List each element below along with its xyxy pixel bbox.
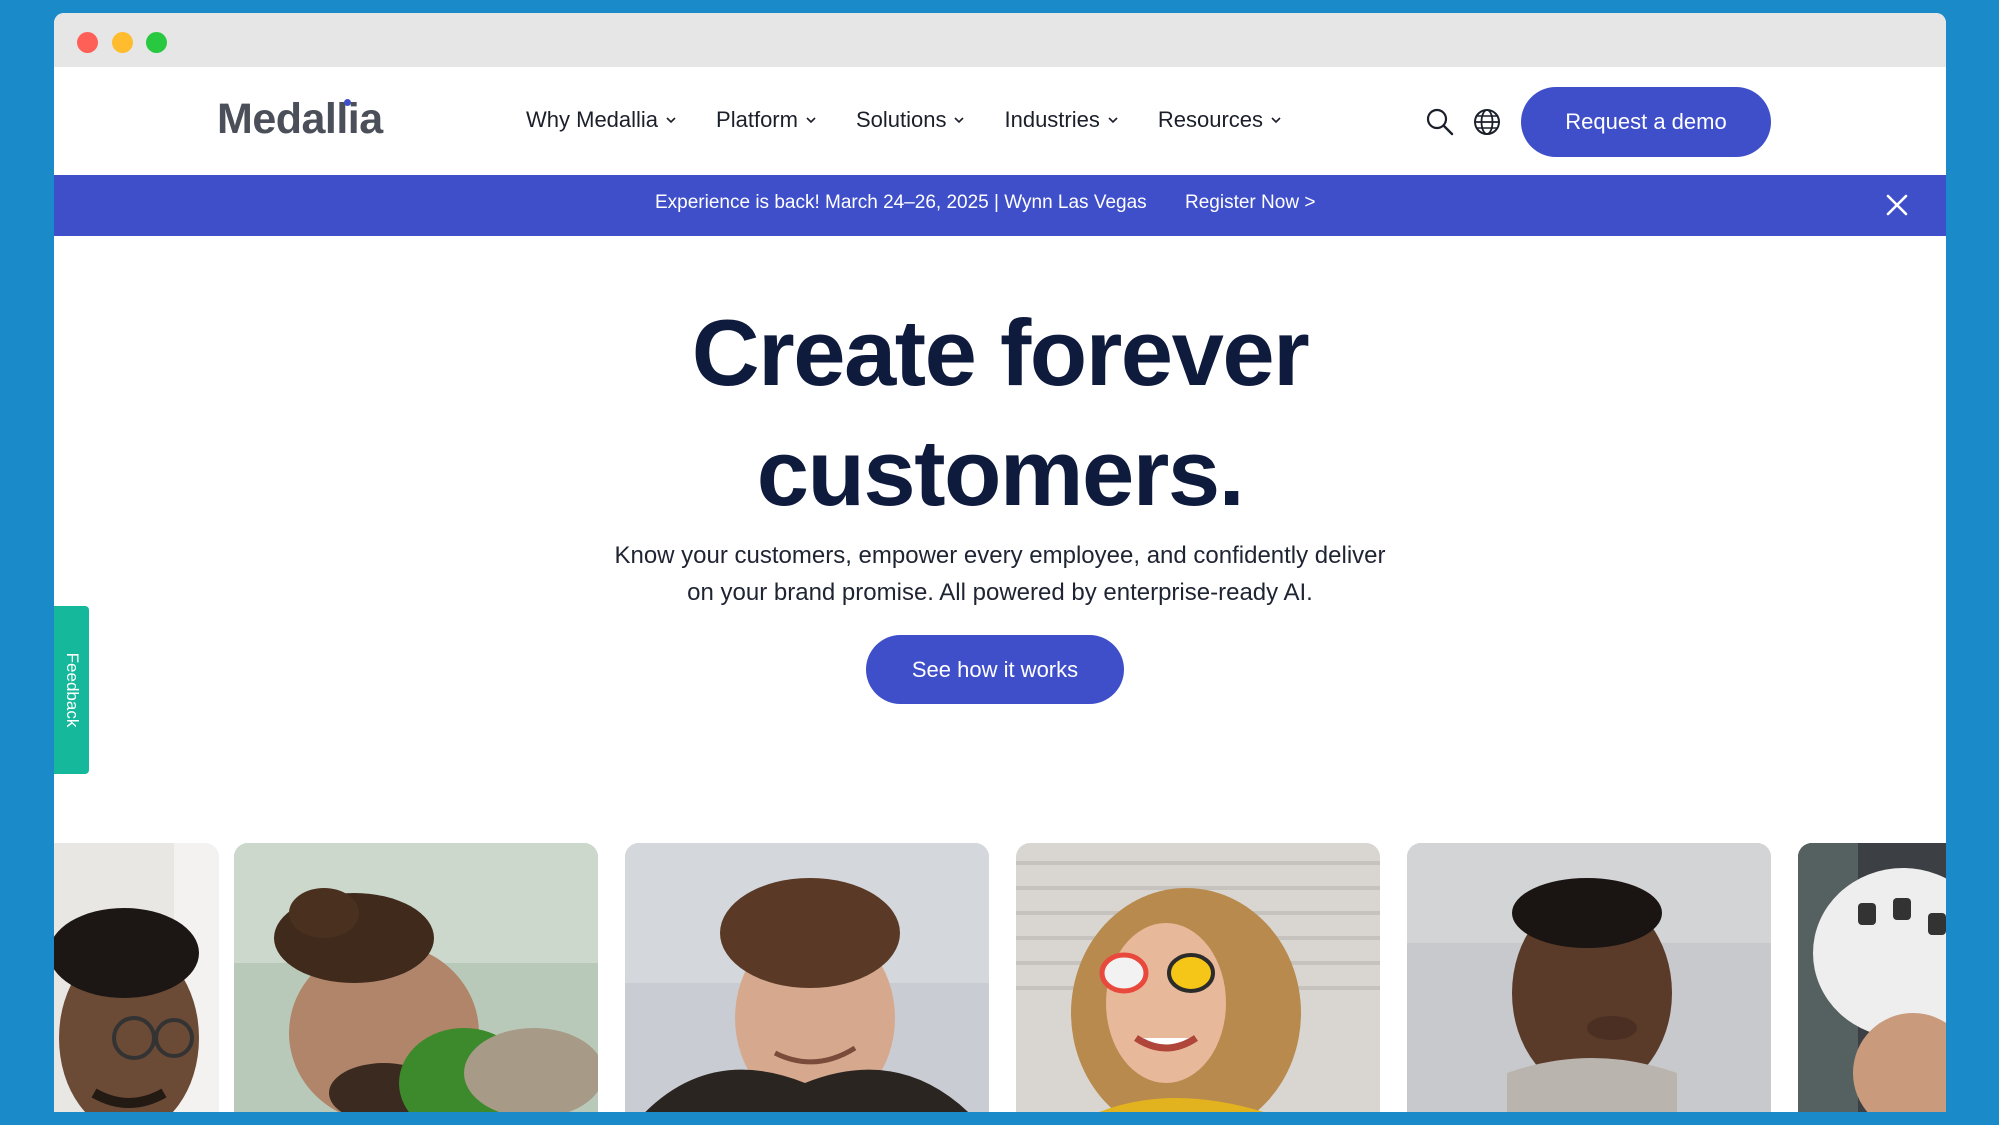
- nav-item-industries[interactable]: Industries: [1004, 107, 1118, 133]
- see-how-it-works-button[interactable]: See how it works: [866, 635, 1124, 704]
- hero-subtitle: Know your customers, empower every emplo…: [54, 537, 1946, 611]
- browser-window: Medallia Why Medallia Platform Solutions…: [54, 13, 1946, 1112]
- main-nav: Why Medallia Platform Solutions Industri…: [526, 107, 1321, 133]
- feedback-label: Feedback: [62, 652, 82, 728]
- hero-subtitle-line-1: Know your customers, empower every emplo…: [614, 542, 1386, 569]
- hero-title-line-2: customers.: [756, 420, 1245, 525]
- search-icon[interactable]: [1425, 107, 1455, 137]
- medallia-logo[interactable]: Medallia: [217, 95, 383, 144]
- customer-photo-card: [1798, 843, 1946, 1112]
- request-demo-button[interactable]: Request a demo: [1521, 87, 1771, 157]
- globe-icon[interactable]: [1472, 107, 1502, 137]
- chevron-down-icon: [1108, 115, 1118, 125]
- chevron-down-icon: [1271, 115, 1281, 125]
- nav-item-solutions[interactable]: Solutions: [856, 107, 965, 133]
- customer-photo-card: [234, 843, 598, 1112]
- hero-title: Create forever customers.: [54, 293, 1946, 533]
- announcement-banner: Experience is back! March 24–26, 2025 | …: [54, 175, 1946, 236]
- nav-label: Platform: [716, 107, 798, 132]
- banner-text: Experience is back! March 24–26, 2025 | …: [655, 192, 1147, 213]
- nav-label: Solutions: [855, 107, 947, 132]
- chevron-down-icon: [954, 115, 965, 125]
- customer-photo-card: [54, 843, 219, 1112]
- nav-label: Industries: [1004, 107, 1100, 132]
- nav-label: Why Medallia: [526, 107, 659, 132]
- chevron-down-icon: [806, 115, 816, 125]
- site-header: Medallia Why Medallia Platform Solutions…: [54, 67, 1946, 175]
- customer-photo-card: [1407, 843, 1771, 1112]
- nav-item-platform[interactable]: Platform: [716, 107, 816, 133]
- logo-text: Medallia: [217, 95, 383, 143]
- chevron-down-icon: [666, 115, 676, 125]
- close-icon[interactable]: [1883, 191, 1911, 219]
- customer-photo-card: [1016, 843, 1380, 1112]
- customer-photo-card: [625, 843, 989, 1112]
- nav-label: Resources: [1157, 107, 1264, 132]
- hero-title-line-1: Create forever: [691, 300, 1310, 405]
- window-titlebar: [54, 13, 1946, 67]
- feedback-tab[interactable]: Feedback: [54, 606, 89, 774]
- hero-subtitle-line-2: on your brand promise. All powered by en…: [687, 579, 1313, 606]
- maximize-window-button[interactable]: [146, 32, 167, 53]
- minimize-window-button[interactable]: [112, 32, 133, 53]
- close-window-button[interactable]: [77, 32, 98, 53]
- register-now-link[interactable]: Register Now >: [1185, 192, 1315, 214]
- nav-item-resources[interactable]: Resources: [1158, 107, 1281, 133]
- logo-dot: [343, 99, 351, 106]
- nav-item-why-medallia[interactable]: Why Medallia: [526, 107, 676, 133]
